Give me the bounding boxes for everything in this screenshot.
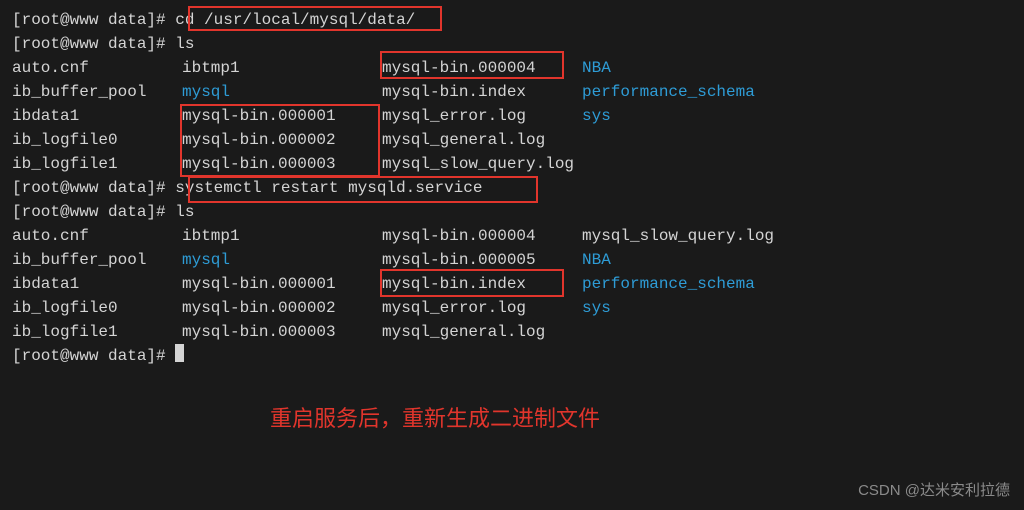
file: ib_buffer_pool bbox=[12, 248, 182, 272]
ls-command: ls bbox=[175, 200, 194, 224]
file: mysql_error.log bbox=[382, 296, 582, 320]
file: mysql-bin.000004 bbox=[382, 224, 582, 248]
dir: mysql bbox=[182, 248, 382, 272]
file: auto.cnf bbox=[12, 56, 182, 80]
dir: sys bbox=[582, 104, 611, 128]
ls-output-row: ibdata1mysql-bin.000001mysql_error.logsy… bbox=[12, 104, 1012, 128]
file: mysql-bin.index bbox=[382, 272, 582, 296]
dir: mysql bbox=[182, 80, 382, 104]
prompt: [root@www data]# bbox=[12, 32, 175, 56]
terminal[interactable]: [root@www data]# cd /usr/local/mysql/dat… bbox=[0, 0, 1024, 376]
terminal-line: [root@www data]# ls bbox=[12, 32, 1012, 56]
prompt: [root@www data]# bbox=[12, 8, 175, 32]
terminal-line: [root@www data]# ls bbox=[12, 200, 1012, 224]
file: mysql-bin.000001 bbox=[182, 272, 382, 296]
ls-output-row: ib_logfile1mysql-bin.000003mysql_slow_qu… bbox=[12, 152, 1012, 176]
ls-output-row: ib_logfile1mysql-bin.000003mysql_general… bbox=[12, 320, 1012, 344]
file: mysql-bin.000002 bbox=[182, 296, 382, 320]
dir: NBA bbox=[582, 56, 611, 80]
file: auto.cnf bbox=[12, 224, 182, 248]
dir: sys bbox=[582, 296, 611, 320]
ls-output-row: ib_buffer_poolmysqlmysql-bin.000005NBA bbox=[12, 248, 1012, 272]
file: mysql_slow_query.log bbox=[582, 224, 774, 248]
cursor-icon bbox=[175, 344, 184, 362]
dir: performance_schema bbox=[582, 80, 755, 104]
terminal-line: [root@www data]# cd /usr/local/mysql/dat… bbox=[12, 8, 1012, 32]
file: ib_logfile1 bbox=[12, 152, 182, 176]
file: mysql-bin.000003 bbox=[182, 320, 382, 344]
systemctl-command: systemctl restart mysqld.service bbox=[175, 176, 482, 200]
file: ibtmp1 bbox=[182, 224, 382, 248]
ls-output-row: ib_logfile0mysql-bin.000002mysql_general… bbox=[12, 128, 1012, 152]
file: ibdata1 bbox=[12, 272, 182, 296]
file: mysql_general.log bbox=[382, 320, 582, 344]
terminal-line: [root@www data]# bbox=[12, 344, 1012, 368]
ls-output-row: ib_buffer_poolmysqlmysql-bin.indexperfor… bbox=[12, 80, 1012, 104]
file: mysql_slow_query.log bbox=[382, 152, 582, 176]
ls-output-row: ib_logfile0mysql-bin.000002mysql_error.l… bbox=[12, 296, 1012, 320]
ls-output-row: auto.cnfibtmp1mysql-bin.000004NBA bbox=[12, 56, 1012, 80]
file: mysql_general.log bbox=[382, 128, 582, 152]
ls-output-row: auto.cnfibtmp1mysql-bin.000004mysql_slow… bbox=[12, 224, 1012, 248]
file: mysql-bin.000005 bbox=[382, 248, 582, 272]
file: mysql-bin.000002 bbox=[182, 128, 382, 152]
ls-command: ls bbox=[175, 32, 194, 56]
file: mysql_error.log bbox=[382, 104, 582, 128]
file: ib_logfile1 bbox=[12, 320, 182, 344]
file: ibdata1 bbox=[12, 104, 182, 128]
annotation-text: 重启服务后，重新生成二进制文件 bbox=[270, 402, 600, 435]
file: mysql-bin.000001 bbox=[182, 104, 382, 128]
dir: NBA bbox=[582, 248, 611, 272]
file: mysql-bin.index bbox=[382, 80, 582, 104]
prompt: [root@www data]# bbox=[12, 176, 175, 200]
prompt: [root@www data]# bbox=[12, 344, 175, 368]
terminal-line: [root@www data]# systemctl restart mysql… bbox=[12, 176, 1012, 200]
dir: performance_schema bbox=[582, 272, 755, 296]
file: ib_logfile0 bbox=[12, 128, 182, 152]
prompt: [root@www data]# bbox=[12, 200, 175, 224]
file: ib_logfile0 bbox=[12, 296, 182, 320]
file: mysql-bin.000004 bbox=[382, 56, 582, 80]
file: ib_buffer_pool bbox=[12, 80, 182, 104]
file: ibtmp1 bbox=[182, 56, 382, 80]
ls-output-row: ibdata1mysql-bin.000001mysql-bin.indexpe… bbox=[12, 272, 1012, 296]
watermark: CSDN @达米安利拉德 bbox=[858, 480, 1010, 503]
cd-command: cd /usr/local/mysql/data/ bbox=[175, 8, 415, 32]
file: mysql-bin.000003 bbox=[182, 152, 382, 176]
